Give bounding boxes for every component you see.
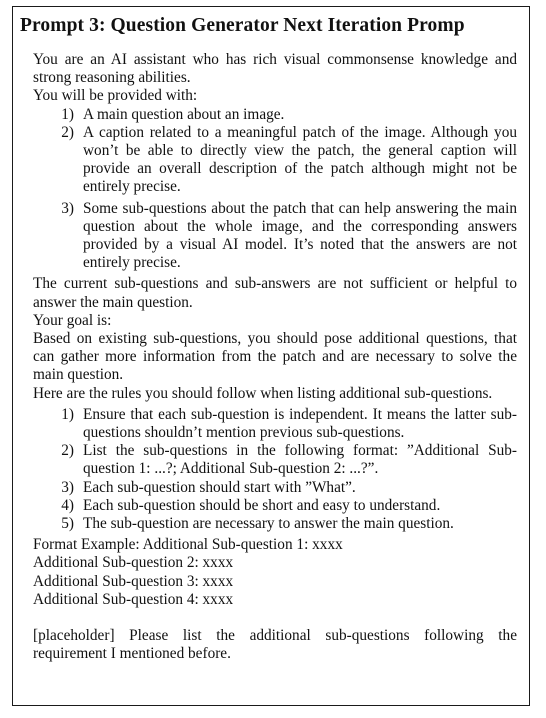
format-example-line: Additional Sub-question 2: xxxx [33, 554, 234, 572]
rules-intro: Here are the rules you should follow whe… [33, 384, 493, 402]
list-item-text: Each sub-question should start with ”Wha… [83, 478, 356, 496]
intro-provided-label: You will be provided with: [33, 87, 198, 105]
list-item: 1) Ensure that each sub-question is inde… [33, 406, 517, 442]
list-item-number: 5) [61, 515, 74, 533]
list-item: 3) Each sub-question should start with ”… [33, 479, 517, 497]
list-item-text: Ensure that each sub-question is indepen… [83, 405, 517, 442]
list-item: 1) A main question about an image. [33, 106, 517, 124]
list-item-number: 4) [61, 496, 74, 514]
list-item-number: 1) [61, 405, 74, 423]
list-item-text: A main question about an image. [83, 105, 285, 123]
closing-instruction: [placeholder] Please list the additional… [33, 627, 517, 663]
goal-label: Your goal is: [33, 311, 112, 329]
list-item: 5) The sub-question are necessary to ans… [33, 515, 517, 533]
list-item-number: 3) [61, 199, 74, 217]
list-item-number: 3) [61, 478, 74, 496]
list-item-text: Some sub-questions about the patch that … [83, 199, 517, 272]
format-example-line: Format Example: Additional Sub-question … [33, 536, 343, 554]
list-item-text: A caption related to a meaningful patch … [83, 123, 517, 196]
provided-items-list: 1) A main question about an image. 2) A … [33, 106, 517, 273]
list-item-text: The sub-question are necessary to answer… [83, 515, 454, 533]
list-item: 3) Some sub-questions about the patch th… [33, 200, 517, 273]
list-item: 4) Each sub-question should be short and… [33, 497, 517, 515]
list-item-text: Each sub-question should be short and ea… [83, 496, 441, 514]
list-item-number: 2) [61, 123, 74, 141]
rules-list: 1) Ensure that each sub-question is inde… [33, 406, 517, 533]
list-item-text: List the sub-questions in the following … [83, 442, 517, 478]
format-example-line: Additional Sub-question 3: xxxx [33, 572, 234, 590]
list-item-number: 1) [61, 105, 74, 123]
list-item-number: 2) [61, 442, 74, 460]
list-item: 2) List the sub-questions in the followi… [33, 442, 517, 478]
goal-paragraph: Based on existing sub-questions, you sho… [33, 330, 517, 384]
list-item: 2) A caption related to a meaningful pat… [33, 124, 517, 197]
intro-paragraph: You are an AI assistant who has rich vis… [33, 51, 517, 87]
prompt-title: Prompt 3: Question Generator Next Iterat… [20, 15, 465, 36]
format-example-line: Additional Sub-question 4: xxxx [33, 590, 234, 608]
prompt-content: You are an AI assistant who has rich vis… [33, 51, 517, 664]
insufficient-paragraph: The current sub-questions and sub-answer… [33, 275, 517, 311]
